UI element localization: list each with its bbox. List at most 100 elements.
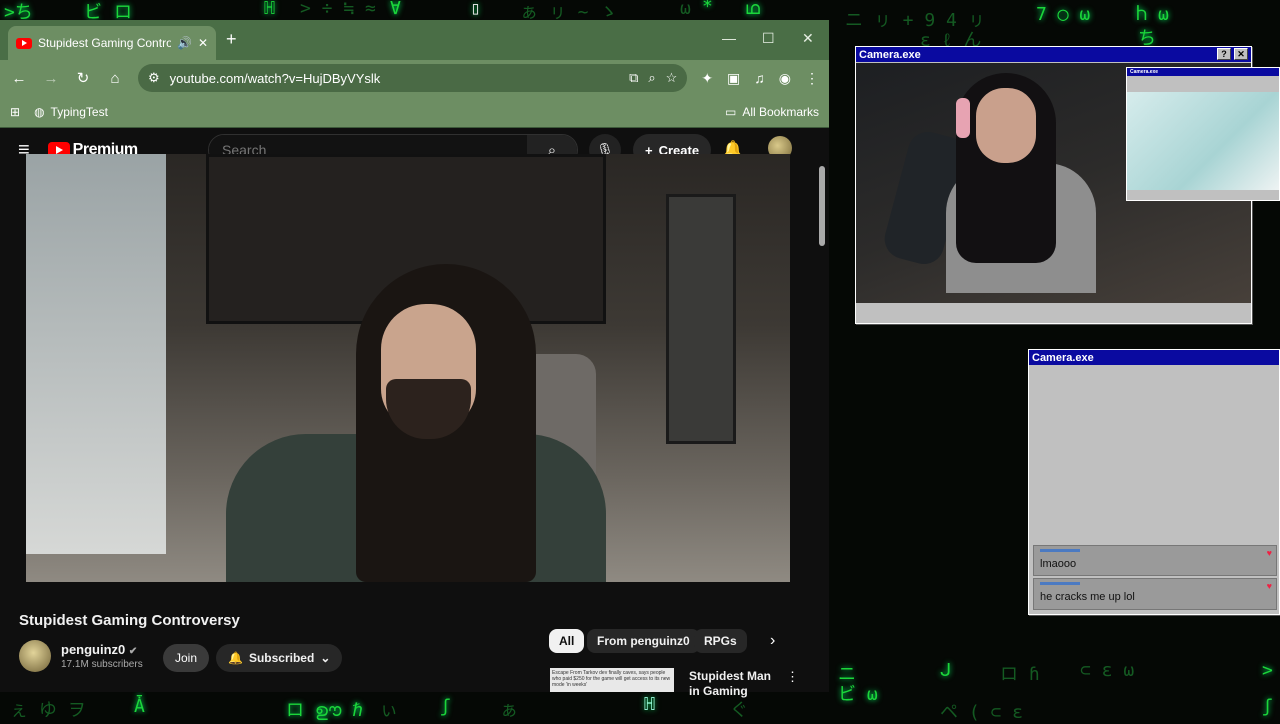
matrix-glyphs-bottom-6: ぁ (500, 700, 518, 721)
channel-name[interactable]: penguinz0 ✔ (61, 642, 137, 657)
all-bookmarks-label: All Bookmarks (742, 104, 819, 119)
youtube-favicon-icon (16, 37, 32, 49)
matrix-glyphs-bottom-7: ぐ (730, 700, 748, 721)
video-player[interactable] (26, 154, 790, 582)
site-info-icon[interactable]: ⚙ (148, 70, 160, 86)
matrix-glyphs-top-10: * (702, 0, 713, 17)
reload-icon[interactable]: ↻ (74, 69, 92, 87)
scrollbar-thumb[interactable] (819, 166, 825, 246)
chat-message: ♥ lmaooo (1033, 545, 1277, 576)
home-icon[interactable]: ⌂ (106, 70, 124, 87)
matrix-glyphs-bottom-4: ぃ (380, 700, 398, 721)
matrix-glyphs-top-6: ∀ (390, 0, 401, 19)
page-scrollbar[interactable] (816, 150, 828, 692)
speaker-icon[interactable]: 🔊 (177, 36, 192, 50)
media-control-icon[interactable]: ♫ (754, 70, 765, 87)
tab-active[interactable]: Stupidest Gaming Controversy 🔊 ✕ (8, 26, 216, 60)
matrix-glyphs-top-7: ▯ (470, 0, 481, 19)
matrix-glyphs-top-11: ഥ (745, 0, 760, 19)
bookmark-label: TypingTest (50, 104, 108, 119)
install-app-icon[interactable]: ⧉ (629, 70, 638, 86)
bookmarks-bar: ⊞ ◍ TypingTest ▭ All Bookmarks (0, 96, 829, 128)
chat-message: ♥ he cracks me up lol (1033, 578, 1277, 610)
chat-message-text: lmaooo (1040, 558, 1077, 570)
matrix-glyphs-bottom-r7: > (1262, 660, 1273, 681)
matrix-glyphs-top-9: ω (680, 0, 691, 19)
help-button[interactable]: ? (1217, 48, 1231, 60)
apps-grid-icon[interactable]: ⊞ (10, 105, 20, 119)
mini-webcam-feed (1127, 92, 1279, 190)
browser-toolbar: ← → ↻ ⌂ ⚙ youtube.com/watch?v=HujDByVYsl… (0, 60, 829, 96)
video-fridge (666, 194, 736, 444)
join-button[interactable]: Join (163, 644, 209, 672)
camera-window-mini[interactable]: Camera.exe (1126, 67, 1280, 201)
subscriber-count: 17.1M subscribers (61, 659, 143, 670)
close-button[interactable]: ✕ (1234, 48, 1248, 60)
matrix-glyphs-top-4: ℍ (264, 0, 275, 19)
feed-headphones (956, 98, 970, 138)
globe-icon: ◍ (34, 104, 45, 119)
bookmark-typingtest[interactable]: ◍ TypingTest (34, 105, 108, 119)
camera-window-1-titlebar[interactable]: Camera.exe ? ✕ (856, 47, 1251, 62)
heart-icon: ♥ (1266, 548, 1272, 558)
matrix-glyphs-right-2: 7 ◯ ω (1036, 4, 1091, 25)
close-window-icon[interactable]: ✕ (802, 30, 814, 47)
recommendation-menu-icon[interactable]: ⋮ (786, 669, 799, 685)
matrix-glyphs-bottom-3: ロ ഊ ℏ (286, 700, 364, 721)
camera-window-1-title: Camera.exe (859, 48, 921, 61)
subscribed-button[interactable]: 🔔 Subscribed ⌄ (216, 644, 343, 672)
verified-check-icon: ✔ (128, 646, 138, 657)
back-icon[interactable]: ← (10, 70, 28, 87)
chevron-right-icon[interactable]: › (770, 632, 775, 650)
matrix-glyphs-bottom-r4: ⊂ ɛ ω (1080, 660, 1135, 681)
zoom-icon[interactable]: ⌕ (648, 70, 655, 86)
chip-rpgs[interactable]: RPGs (694, 629, 747, 653)
camera-window-2-title: Camera.exe (1032, 351, 1094, 364)
heart-icon: ♥ (1266, 581, 1272, 591)
maximize-icon[interactable]: ☐ (762, 30, 775, 47)
recommendation-thumbnail[interactable]: Escape From Tarkov dev finally caves, sa… (550, 668, 674, 692)
matrix-glyphs-bottom-5: ʃ (440, 696, 451, 717)
all-bookmarks-button[interactable]: ▭ All Bookmarks (725, 105, 819, 119)
extensions-icon[interactable]: ✦ (701, 70, 713, 87)
chat-username (1040, 582, 1080, 585)
recommendation-title[interactable]: Stupidest Man in Gaming (689, 669, 779, 699)
folder-icon: ▭ (724, 104, 737, 119)
feed-person-face (976, 88, 1036, 163)
camera-window-mini-title: Camera.exe (1130, 69, 1159, 75)
matrix-glyphs-bottom-r2: ᒍ (940, 660, 952, 681)
channel-avatar[interactable] (19, 640, 51, 672)
bookmark-star-icon[interactable]: ☆ (666, 70, 678, 86)
matrix-glyphs-bottom-1: ぇ ゆ ヲ (10, 700, 86, 721)
new-tab-button[interactable]: + (226, 29, 237, 50)
chat-message-text: he cracks me up lol (1040, 591, 1135, 603)
chat-username (1040, 549, 1080, 552)
profile-icon[interactable]: ◉ (779, 70, 791, 87)
channel-name-text: penguinz0 (61, 642, 126, 657)
camera-window-2-titlebar[interactable]: Camera.exe (1029, 350, 1279, 365)
forward-icon[interactable]: → (42, 70, 60, 87)
matrix-glyphs-top-5: > ÷ ≒ ≈ (300, 0, 376, 19)
matrix-glyphs-bottom-8: ℍ (644, 694, 655, 715)
chevron-down-icon: ⌄ (320, 651, 331, 665)
matrix-glyphs-bottom-r8: ʃ (1262, 696, 1273, 717)
url-text[interactable]: youtube.com/watch?v=HujDByVYslk (170, 71, 619, 86)
camera-window-mini-titlebar[interactable]: Camera.exe (1127, 68, 1279, 76)
tab-title: Stupidest Gaming Controversy (38, 36, 171, 50)
subscribed-label: Subscribed (248, 651, 315, 665)
matrix-glyphs-right-3: Ⴙ ω (1136, 4, 1169, 25)
matrix-glyphs-bottom-2: Ǡ (134, 696, 145, 717)
browser-menu-icon[interactable]: ⋮ (805, 70, 819, 87)
chip-all[interactable]: All (549, 629, 585, 653)
minimize-icon[interactable]: — (722, 30, 736, 46)
side-panel-icon[interactable]: ▣ (727, 70, 740, 87)
matrix-glyphs-bottom-r3: ロ ɦ (1000, 664, 1040, 685)
address-bar[interactable]: ⚙ youtube.com/watch?v=HujDByVYslk ⧉ ⌕ ☆ (138, 64, 688, 92)
camera-window-2[interactable]: Camera.exe ♥ lmaooo ♥ he cracks me up lo… (1028, 349, 1280, 615)
close-tab-icon[interactable]: ✕ (198, 36, 208, 50)
video-title: Stupidest Gaming Controversy (19, 612, 240, 629)
chip-from-channel[interactable]: From penguinz0 (587, 629, 700, 653)
video-claw-machine (26, 154, 166, 554)
matrix-glyphs-bottom-r6: ペ ( ⊂ ε (940, 702, 1024, 723)
matrix-glyphs-bottom-r5: ビ ω (838, 684, 878, 705)
